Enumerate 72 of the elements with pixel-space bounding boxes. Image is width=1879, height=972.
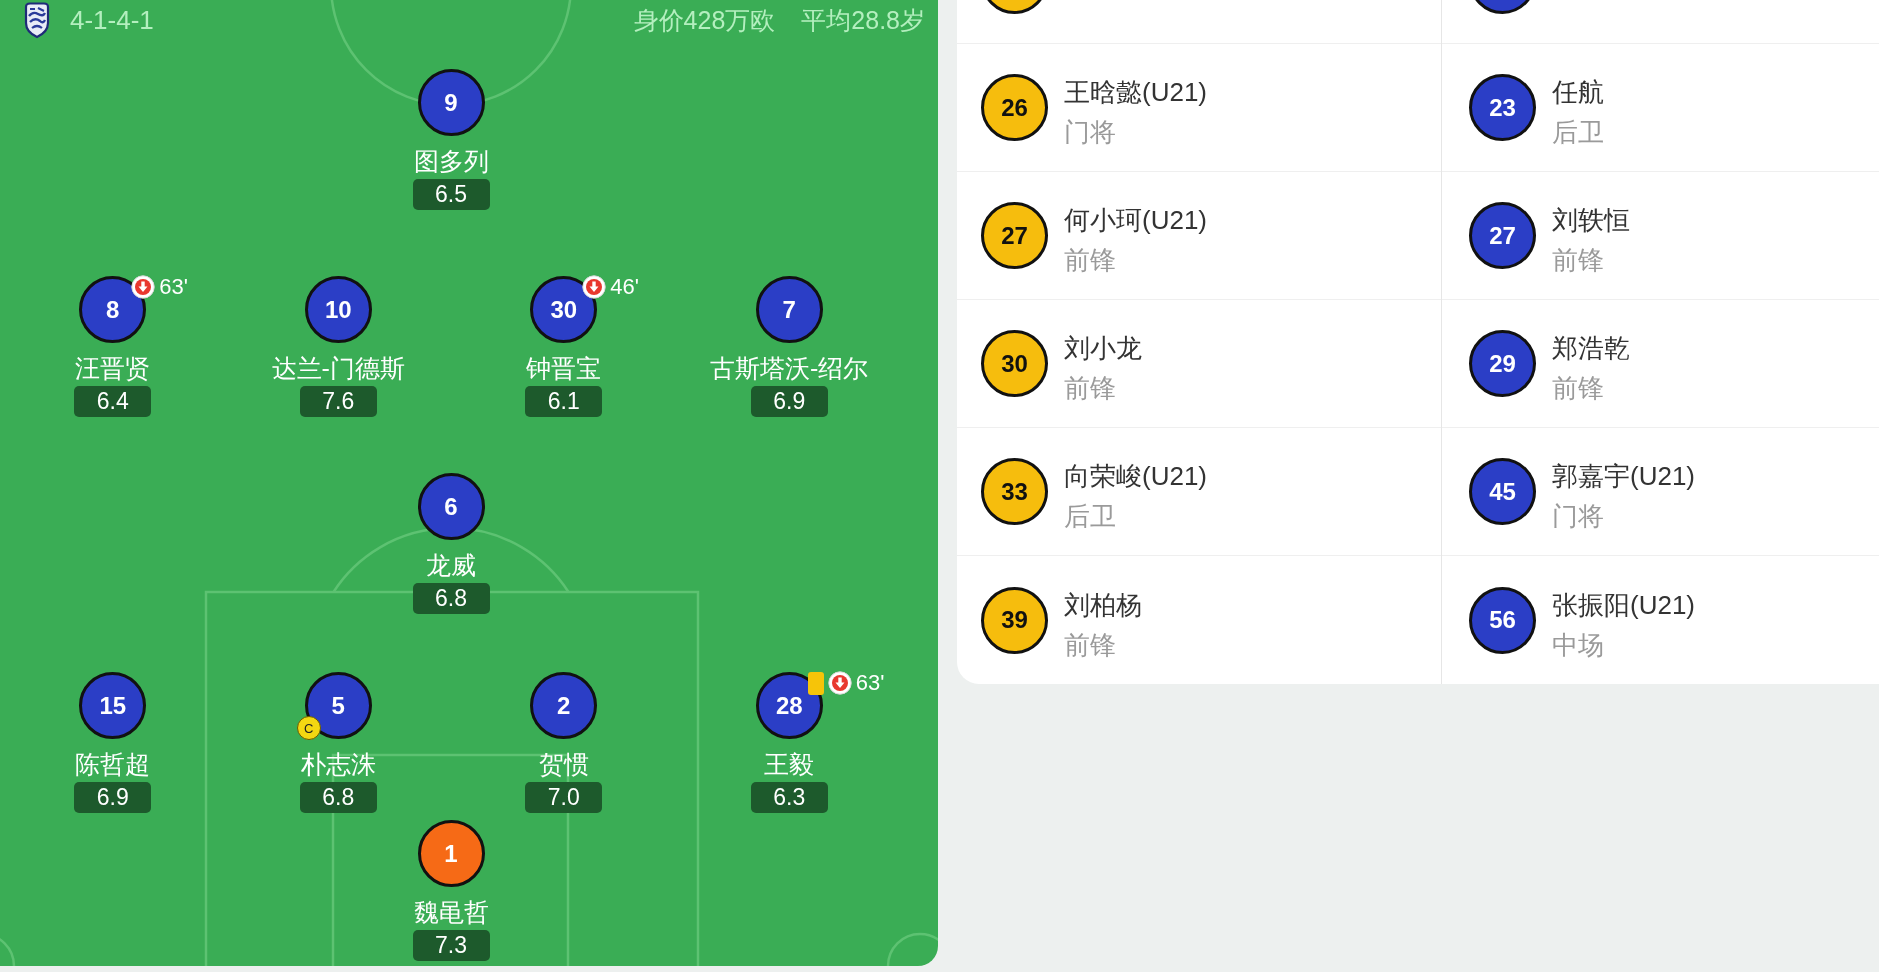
- player-name: 魏黾哲: [413, 898, 489, 926]
- shirt-number: 10: [304, 276, 372, 343]
- substitute-position: 后卫: [1064, 500, 1117, 533]
- shirt-number: 9: [417, 69, 485, 136]
- shirt-number: 45: [1469, 458, 1536, 525]
- shirt-number: 28: [755, 672, 823, 739]
- corner-arc: [886, 932, 938, 966]
- market-value-text: 身价428万欧: [633, 4, 776, 36]
- player-rating: 6.9: [74, 782, 152, 813]
- substitute-name: 何小珂(U21): [1064, 204, 1207, 237]
- substitution-minute: 46': [610, 275, 639, 299]
- shirt-number: 15: [79, 672, 147, 739]
- shirt-number: 8: [79, 276, 147, 343]
- shirt-number: 27: [981, 202, 1048, 269]
- substitute-name: 刘柏杨: [1064, 588, 1142, 622]
- shirt-number: 33: [981, 458, 1048, 525]
- average-age-text: 平均28.8岁: [801, 4, 925, 36]
- player-rating: 6.8: [412, 583, 490, 614]
- player-rating: 7.3: [412, 930, 490, 961]
- substitution-minute: 63': [855, 671, 885, 695]
- player-rating: 6.5: [412, 179, 490, 210]
- player-name: 钟晋宝: [526, 354, 602, 382]
- player-name: 图多列: [413, 147, 489, 175]
- player-rating: 6.9: [750, 386, 828, 417]
- substitute-name: 王晗懿(U21): [1064, 76, 1207, 109]
- substitute-position: 前锋: [1552, 244, 1605, 277]
- shirt-number: 30: [981, 330, 1048, 397]
- crest-icon: [23, 1, 51, 39]
- shirt-number: 56: [1469, 586, 1536, 654]
- player-rating: 6.4: [74, 386, 152, 417]
- captain-badge: C: [296, 716, 321, 740]
- player-rating: 6.1: [525, 386, 603, 417]
- shirt-number: 26: [981, 74, 1048, 141]
- player-name: 达兰-门德斯: [271, 354, 405, 382]
- formation-label: 4-1-4-1: [70, 4, 154, 36]
- substitute-name: 刘小龙: [1064, 332, 1142, 365]
- substitute-name: 刘轶恒: [1552, 204, 1630, 237]
- substitute-position: 前锋: [1064, 244, 1117, 277]
- player-rating: 7.0: [525, 782, 603, 813]
- player-rating: 7.6: [299, 386, 377, 417]
- substitute-position: 中场: [1552, 628, 1605, 662]
- player-rating: 6.8: [299, 782, 377, 813]
- booking-card-icon: [807, 671, 824, 695]
- shirt-number: 27: [1469, 202, 1536, 269]
- substitute-position: 前锋: [1552, 372, 1605, 405]
- substitute-name: 郭嘉宇(U21): [1552, 460, 1695, 493]
- player-name: 贺惯: [538, 750, 589, 778]
- substitute-name: 任航: [1552, 76, 1604, 109]
- shirt-number: 1: [417, 820, 485, 887]
- player-name: 朴志洙: [300, 750, 376, 778]
- player-name: 王毅: [764, 750, 815, 778]
- player-name: 陈哲超: [75, 750, 151, 778]
- substitution-minute: 63': [159, 275, 188, 299]
- substitute-name: 向荣峻(U21): [1064, 460, 1207, 493]
- player-name: 古斯塔沃-绍尔: [710, 354, 869, 382]
- player-rating: 6.3: [750, 782, 828, 813]
- substitute-position: 门将: [1552, 500, 1605, 533]
- shirt-number: 30: [530, 276, 598, 343]
- substitute-position: 后卫: [1552, 116, 1604, 149]
- substitute-position: 前锋: [1064, 628, 1117, 662]
- substitute-name: 张振阳(U21): [1552, 588, 1695, 622]
- shirt-number: 29: [1469, 330, 1536, 397]
- substitute-position: 前锋: [1064, 372, 1117, 405]
- player-name: 龙威: [426, 551, 476, 579]
- substitute-name: 郑浩乾: [1552, 332, 1630, 365]
- shirt-number: 6: [417, 473, 485, 540]
- shirt-number: 39: [981, 586, 1048, 654]
- player-name: 汪晋贤: [75, 354, 151, 382]
- substitute-position: 门将: [1064, 116, 1117, 149]
- shirt-number: 23: [1469, 74, 1536, 141]
- shirt-number: 7: [755, 276, 823, 343]
- shirt-number: 2: [530, 672, 598, 739]
